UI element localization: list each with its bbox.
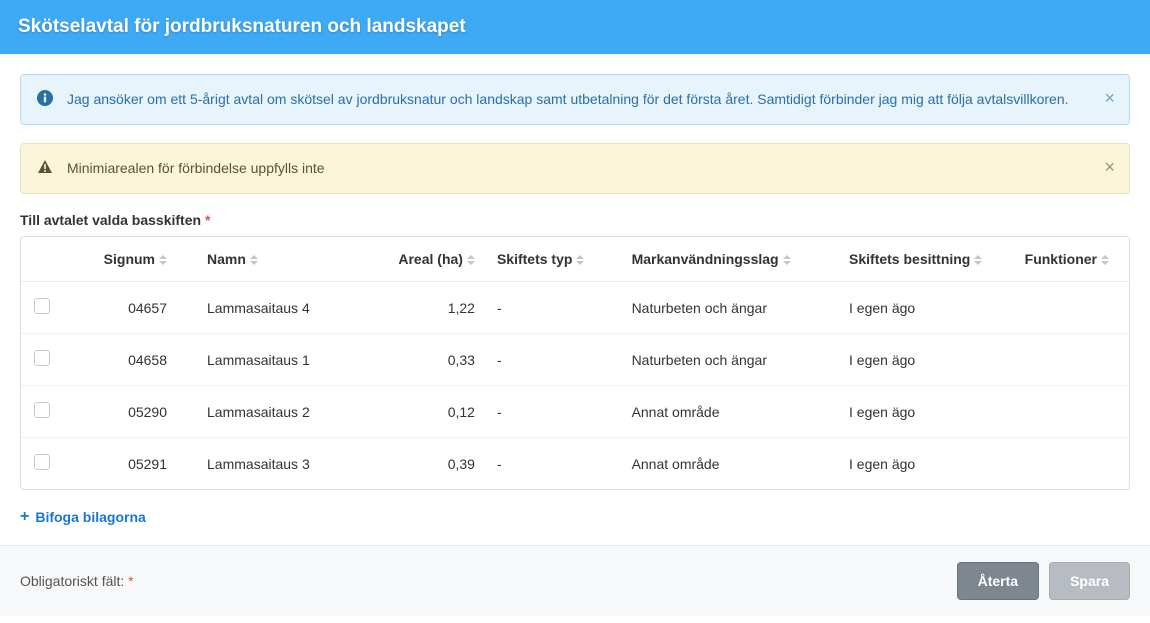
cell-funktioner	[1005, 438, 1129, 490]
cell-signum: 05291	[62, 438, 197, 490]
cell-mark: Naturbeten och ängar	[622, 282, 839, 334]
section-label: Till avtalet valda basskiften *	[20, 212, 1130, 228]
cell-mark: Annat område	[622, 438, 839, 490]
table-row: 04657Lammasaitaus 41,22-Naturbeten och ä…	[21, 282, 1129, 334]
cell-signum: 04657	[62, 282, 197, 334]
cell-typ: -	[487, 386, 622, 438]
col-header-areal[interactable]: Areal (ha)	[373, 237, 487, 282]
parcels-table: Signum Namn Areal (ha) Skiftets typ Mark…	[20, 236, 1130, 490]
cell-areal: 0,33	[373, 334, 487, 386]
save-button[interactable]: Spara	[1049, 562, 1130, 600]
info-alert-text: Jag ansöker om ett 5-årigt avtal om sköt…	[67, 89, 1113, 110]
cell-areal: 0,39	[373, 438, 487, 490]
plus-icon: +	[20, 509, 29, 525]
cell-besittning: I egen ägo	[839, 386, 1005, 438]
sort-icon	[1101, 255, 1109, 265]
col-header-signum[interactable]: Signum	[62, 237, 197, 282]
col-header-funktioner[interactable]: Funktioner	[1005, 237, 1129, 282]
required-marker: *	[205, 212, 210, 228]
sort-icon	[576, 255, 584, 265]
warning-alert: Minimiarealen för förbindelse uppfylls i…	[20, 143, 1130, 194]
close-icon[interactable]: ×	[1104, 89, 1115, 107]
col-header-typ[interactable]: Skiftets typ	[487, 237, 622, 282]
table-row: 04658Lammasaitaus 10,33-Naturbeten och ä…	[21, 334, 1129, 386]
info-icon	[37, 90, 53, 109]
section-label-text: Till avtalet valda basskiften	[20, 212, 201, 228]
required-marker: *	[128, 573, 133, 589]
attach-link[interactable]: + Bifoga bilagorna	[20, 509, 146, 525]
revert-button[interactable]: Återta	[957, 562, 1039, 600]
sort-icon	[467, 255, 475, 265]
cell-namn: Lammasaitaus 4	[197, 282, 373, 334]
cell-signum: 05290	[62, 386, 197, 438]
cell-mark: Annat område	[622, 386, 839, 438]
cell-namn: Lammasaitaus 3	[197, 438, 373, 490]
footer: Obligatoriskt fält: * Återta Spara	[0, 545, 1150, 616]
cell-funktioner	[1005, 386, 1129, 438]
required-field-label: Obligatoriskt fält: *	[20, 573, 134, 589]
col-header-besittning[interactable]: Skiftets besittning	[839, 237, 1005, 282]
table-row: 05290Lammasaitaus 20,12-Annat områdeI eg…	[21, 386, 1129, 438]
row-checkbox[interactable]	[34, 298, 50, 314]
page-header: Skötselavtal för jordbruksnaturen och la…	[0, 0, 1150, 54]
cell-besittning: I egen ägo	[839, 438, 1005, 490]
cell-areal: 1,22	[373, 282, 487, 334]
col-header-mark[interactable]: Markanvändningsslag	[622, 237, 839, 282]
row-checkbox[interactable]	[34, 402, 50, 418]
cell-signum: 04658	[62, 334, 197, 386]
sort-icon	[974, 255, 982, 265]
table-row: 05291Lammasaitaus 30,39-Annat områdeI eg…	[21, 438, 1129, 490]
row-checkbox[interactable]	[34, 350, 50, 366]
attach-link-label: Bifoga bilagorna	[35, 509, 145, 525]
cell-besittning: I egen ägo	[839, 282, 1005, 334]
close-icon[interactable]: ×	[1104, 158, 1115, 176]
cell-besittning: I egen ägo	[839, 334, 1005, 386]
col-header-namn[interactable]: Namn	[197, 237, 373, 282]
row-checkbox[interactable]	[34, 454, 50, 470]
cell-typ: -	[487, 438, 622, 490]
cell-mark: Naturbeten och ängar	[622, 334, 839, 386]
cell-namn: Lammasaitaus 1	[197, 334, 373, 386]
page-title: Skötselavtal för jordbruksnaturen och la…	[18, 16, 466, 37]
col-header-check	[21, 237, 62, 282]
cell-namn: Lammasaitaus 2	[197, 386, 373, 438]
warning-alert-text: Minimiarealen för förbindelse uppfylls i…	[67, 158, 1113, 179]
sort-icon	[159, 255, 167, 265]
cell-areal: 0,12	[373, 386, 487, 438]
cell-typ: -	[487, 334, 622, 386]
cell-typ: -	[487, 282, 622, 334]
sort-icon	[783, 255, 791, 265]
info-alert: Jag ansöker om ett 5-årigt avtal om sköt…	[20, 74, 1130, 125]
cell-funktioner	[1005, 334, 1129, 386]
sort-icon	[250, 255, 258, 265]
cell-funktioner	[1005, 282, 1129, 334]
warning-icon	[37, 159, 53, 178]
